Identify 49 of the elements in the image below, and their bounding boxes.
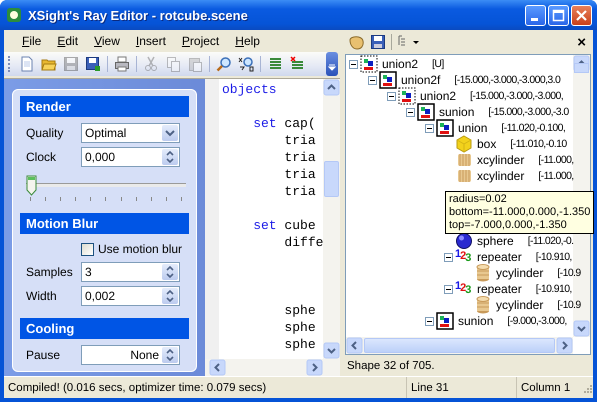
status-text: Compiled! (0.016 secs, optimizer time: 0.079 secs): [7, 380, 268, 396]
node-bounds: [-10.9: [557, 267, 581, 279]
status-text: Column 1: [516, 377, 581, 398]
node-bounds: [-10.910,: [536, 283, 572, 295]
status-text: Shape 32 of 705.: [346, 358, 436, 374]
counter-icon: 123: [455, 248, 473, 266]
node-bounds: [-10.910,: [536, 251, 572, 263]
field-value: 3: [85, 265, 92, 279]
node-bounds: [-11.000,: [538, 170, 574, 182]
code-line: tria: [283, 166, 317, 183]
window-title: XSight's Ray Editor - rotcube.scene: [28, 8, 249, 22]
field-label: Quality: [26, 126, 64, 140]
code-line: tria: [283, 149, 317, 166]
code-line: set cap(: [252, 115, 317, 132]
node-bounds: [-9.000,-3.000,: [507, 315, 567, 327]
checkbox-label: Use motion blur: [98, 242, 182, 256]
status-text: Line 31: [406, 377, 516, 398]
node-bounds: [-11.020,-0.: [528, 235, 574, 247]
code-line: set cube: [252, 217, 317, 234]
code-line: sphe: [283, 319, 317, 336]
node-bounds: [-15.000,-3.000,-3.0: [488, 106, 569, 118]
field-value: Optimal: [85, 126, 126, 140]
section-header: Motion Blur: [20, 213, 189, 234]
code-line: tria: [283, 132, 317, 149]
tooltip-line: radius=0.02: [449, 193, 508, 206]
node-bounds: [-11.020,-0.100,: [501, 122, 566, 134]
field-label: Width: [26, 289, 58, 303]
field-label: Samples: [26, 265, 74, 279]
field-value: None: [130, 348, 159, 362]
node-bounds: [-15.000,-3.000,-3.000,3.0: [454, 74, 560, 86]
code-line: sphe: [283, 302, 317, 319]
field-label: Clock: [26, 150, 58, 164]
section-header: Render: [20, 96, 189, 117]
section-header: Cooling: [20, 318, 189, 339]
node-bounds: [-10.9: [557, 299, 581, 311]
field-label: Pause: [26, 348, 62, 362]
field-value: 0,000: [85, 150, 116, 164]
node-bounds: [-11.000,: [538, 154, 574, 166]
code-line: diffe: [283, 234, 323, 251]
field-value: 0,002: [85, 289, 116, 303]
code-line: tria: [283, 183, 317, 200]
counter-icon: 123: [455, 280, 473, 298]
code-line: objects: [222, 81, 278, 98]
node-bounds: [U]: [432, 58, 444, 70]
tooltip-line: bottom=-11.000,0.000,-1.350: [449, 206, 590, 219]
tooltip-line: top=-7.000,0.000,-1.350: [449, 219, 568, 232]
node-bounds: [-11.010,-0.10: [510, 138, 567, 150]
code-line: sphe: [283, 336, 317, 353]
node-bounds: [-15.000,-3.000,-3.000,: [470, 90, 564, 102]
